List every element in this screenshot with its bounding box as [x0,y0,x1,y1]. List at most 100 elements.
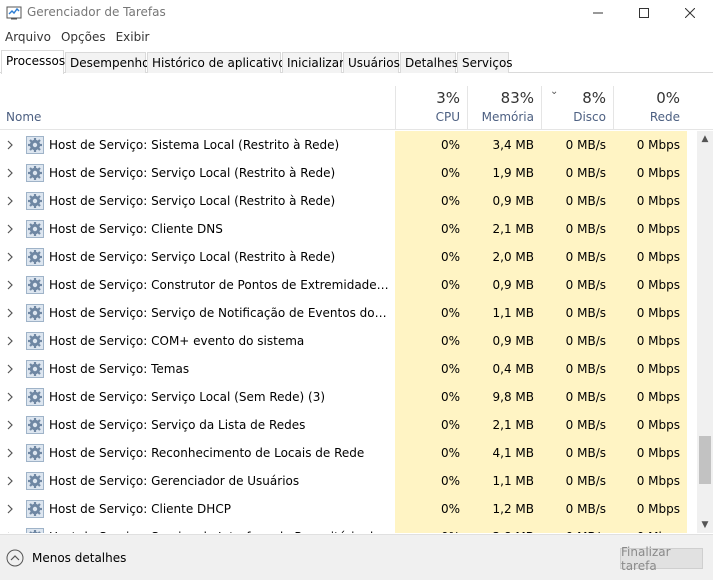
tab-performance[interactable]: Desempenho [65,52,150,73]
gear-icon [26,304,44,322]
menu-options[interactable]: Opções [56,28,111,48]
disk-value: 0 MB/s [565,390,606,404]
disk-value: 0 MB/s [565,474,606,488]
close-icon [685,8,695,18]
cpu-value: 0% [440,250,460,264]
memory-value: 0,9 MB [492,194,534,208]
footer: Menos detalhes Finalizar tarefa [0,534,713,580]
disk-value: 0 MB/s [565,138,606,152]
cpu-value: 0% [440,222,460,236]
tab-app-history[interactable]: Histórico de aplicativos [147,52,292,73]
chevron-right-icon[interactable] [5,166,15,180]
process-row[interactable]: Host de Serviço: Sistema Local (Restrito… [0,131,697,159]
chevron-right-icon[interactable] [5,278,15,292]
tab-processes[interactable]: Processos [1,50,65,74]
process-row[interactable]: Host de Serviço: Serviço de Interface do… [0,523,697,533]
column-network[interactable]: 0% Rede [613,86,687,130]
process-name: Host de Serviço: Serviço de Interface do… [49,530,390,533]
end-task-button[interactable]: Finalizar tarefa [620,545,703,573]
column-cpu[interactable]: 3% CPU [395,86,467,130]
chevron-right-icon[interactable] [5,446,15,460]
network-value: 0 Mbps [636,222,680,236]
process-row[interactable]: Host de Serviço: Cliente DNS 0% 2,1 MB 0… [0,215,697,243]
process-row[interactable]: Host de Serviço: Serviço da Lista de Red… [0,411,697,439]
gear-icon [26,528,44,533]
tab-details[interactable]: Detalhes [400,52,458,73]
vertical-scrollbar[interactable]: ▲ ▼ [697,131,713,533]
disk-value: 0 MB/s [565,334,606,348]
chevron-right-icon[interactable] [5,502,15,516]
process-row[interactable]: Host de Serviço: Gerenciador de Usuários… [0,467,697,495]
gear-icon [26,332,44,350]
network-value: 0 Mbps [636,362,680,376]
chevron-right-icon[interactable] [5,334,15,348]
scroll-down-icon[interactable]: ▼ [697,517,713,533]
disk-label: Disco [573,110,606,124]
cpu-value: 0% [440,502,460,516]
process-row[interactable]: Host de Serviço: Serviço de Notificação … [0,299,697,327]
chevron-right-icon[interactable] [5,390,15,404]
network-value: 0 Mbps [636,474,680,488]
less-details-label: Menos detalhes [32,551,127,565]
memory-value: 1,1 MB [492,306,534,320]
gear-icon [26,192,44,210]
cpu-value: 0% [440,446,460,460]
network-total: 0% [656,89,680,107]
scroll-thumb[interactable] [699,436,711,484]
process-row[interactable]: Host de Serviço: COM+ evento do sistema … [0,327,697,355]
process-row[interactable]: Host de Serviço: Temas 0% 0,4 MB 0 MB/s … [0,355,697,383]
disk-total: 8% [582,89,606,107]
chevron-right-icon[interactable] [5,250,15,264]
memory-value: 2,0 MB [492,250,534,264]
process-row[interactable]: Host de Serviço: Serviço Local (Sem Rede… [0,383,697,411]
scroll-up-icon[interactable]: ▲ [697,131,713,147]
process-name: Host de Serviço: Temas [49,362,190,376]
memory-value: 1,9 MB [492,166,534,180]
process-name: Host de Serviço: Serviço Local (Sem Rede… [49,390,326,404]
minimize-button[interactable] [575,0,621,26]
network-value: 0 Mbps [636,194,680,208]
process-row[interactable]: Host de Serviço: Serviço Local (Restrito… [0,243,697,271]
process-row[interactable]: Host de Serviço: Reconhecimento de Locai… [0,439,697,467]
memory-value: 1,1 MB [492,474,534,488]
process-name: Host de Serviço: Serviço de Notificação … [49,306,390,320]
chevron-right-icon[interactable] [5,138,15,152]
network-value: 0 Mbps [636,166,680,180]
process-row[interactable]: Host de Serviço: Cliente DHCP 0% 1,2 MB … [0,495,697,523]
process-name: Host de Serviço: Cliente DNS [49,222,223,236]
chevron-right-icon[interactable] [5,362,15,376]
menu-view[interactable]: Exibir [111,28,155,48]
memory-value: 0,4 MB [492,362,534,376]
chevron-right-icon[interactable] [5,418,15,432]
tab-users[interactable]: Usuários [343,52,400,73]
gear-icon [26,500,44,518]
close-button[interactable] [667,0,713,26]
disk-value: 0 MB/s [565,418,606,432]
process-row[interactable]: Host de Serviço: Serviço Local (Restrito… [0,187,697,215]
disk-value: 0 MB/s [565,446,606,460]
cpu-value: 0% [440,278,460,292]
tab-bar: Processos Desempenho Histórico de aplica… [0,50,713,74]
chevron-right-icon[interactable] [5,222,15,236]
column-name[interactable]: Nome [6,110,41,124]
chevron-right-icon[interactable] [5,194,15,208]
task-manager-icon [6,6,22,20]
chevron-right-icon[interactable] [5,474,15,488]
cpu-value: 0% [440,334,460,348]
chevron-right-icon[interactable] [5,306,15,320]
disk-value: 0 MB/s [565,502,606,516]
process-row[interactable]: Host de Serviço: Serviço Local (Restrito… [0,159,697,187]
chevron-right-icon[interactable] [5,530,15,533]
column-memory[interactable]: 83% Memória [467,86,541,130]
maximize-button[interactable] [621,0,667,26]
tab-services[interactable]: Serviços [457,52,513,73]
gear-icon [26,416,44,434]
less-details-button[interactable]: Menos detalhes [6,549,126,567]
column-disk[interactable]: ⌄ 8% Disco [541,86,613,130]
tab-startup[interactable]: Inicializar [282,52,344,73]
memory-value: 4,1 MB [492,446,534,460]
cpu-value: 0% [440,138,460,152]
process-row[interactable]: Host de Serviço: Construtor de Pontos de… [0,271,697,299]
cpu-value: 0% [440,474,460,488]
menu-file[interactable]: Arquivo [0,28,56,48]
